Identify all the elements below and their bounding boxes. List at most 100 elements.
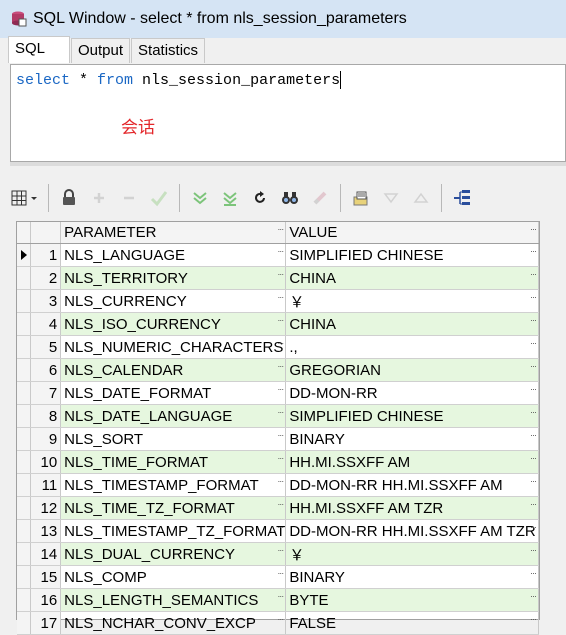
- cell-editor-button[interactable]: ···: [277, 316, 284, 325]
- column-header-parameter[interactable]: PARAMETER ···: [60, 222, 287, 244]
- cell-editor-button[interactable]: ···: [277, 431, 284, 440]
- fetch-last-icon[interactable]: [218, 186, 242, 210]
- cell-editor-button[interactable]: ···: [277, 247, 284, 256]
- column-header-value[interactable]: VALUE ···: [285, 222, 539, 244]
- parameter-cell[interactable]: NLS_CALENDAR ···: [60, 358, 287, 382]
- value-cell[interactable]: CHINA ···: [285, 312, 539, 336]
- value-cell[interactable]: DD-MON-RR ···: [285, 381, 539, 405]
- parameter-cell[interactable]: NLS_LANGUAGE ···: [60, 243, 287, 267]
- value-cell[interactable]: BYTE ···: [285, 588, 539, 612]
- cell-editor-button[interactable]: ···: [277, 408, 284, 417]
- row-indicator[interactable]: [17, 266, 32, 290]
- row-indicator[interactable]: [17, 381, 32, 405]
- cell-editor-button[interactable]: ···: [277, 362, 284, 371]
- value-cell[interactable]: ., ···: [285, 335, 539, 359]
- value-cell[interactable]: BINARY ···: [285, 565, 539, 589]
- parameter-cell[interactable]: NLS_NUMERIC_CHARACTERS ···: [60, 335, 287, 359]
- table-row[interactable]: 16 NLS_LENGTH_SEMANTICS ··· BYTE ···: [17, 588, 539, 612]
- cell-editor-button[interactable]: ···: [530, 293, 537, 302]
- parameter-cell[interactable]: NLS_DATE_LANGUAGE ···: [60, 404, 287, 428]
- row-indicator[interactable]: [17, 519, 32, 543]
- tab-statistics[interactable]: Statistics: [131, 38, 206, 63]
- lock-icon[interactable]: [57, 186, 81, 210]
- cell-editor-button[interactable]: ···: [530, 431, 537, 440]
- cell-editor-button[interactable]: ···: [530, 362, 537, 371]
- table-row[interactable]: 4 NLS_ISO_CURRENCY ··· CHINA ···: [17, 312, 539, 336]
- post-changes-icon[interactable]: [147, 186, 171, 210]
- parameter-cell[interactable]: NLS_SORT ···: [60, 427, 287, 451]
- table-row[interactable]: 5 NLS_NUMERIC_CHARACTERS ···., ···: [17, 335, 539, 359]
- cell-editor-button[interactable]: ···: [277, 523, 284, 532]
- cell-editor-button[interactable]: ···: [277, 569, 284, 578]
- delete-record-icon[interactable]: [117, 186, 141, 210]
- row-indicator[interactable]: [17, 450, 32, 474]
- table-row[interactable]: 10 NLS_TIME_FORMAT ··· HH.MI.SSXFF AM ···: [17, 450, 539, 474]
- cell-editor-button[interactable]: ···: [530, 615, 537, 624]
- column-menu-icon[interactable]: ···: [530, 225, 537, 234]
- parameter-cell[interactable]: NLS_NCHAR_CONV_EXCP ···: [60, 611, 287, 635]
- value-cell[interactable]: ￥ ···: [285, 542, 539, 566]
- parameter-cell[interactable]: NLS_TIMESTAMP_FORMAT ···: [60, 473, 287, 497]
- row-indicator[interactable]: [17, 588, 32, 612]
- cell-editor-button[interactable]: ···: [277, 293, 284, 302]
- parameter-cell[interactable]: NLS_TIMESTAMP_TZ_FORMAT ···: [60, 519, 287, 543]
- tab-sql[interactable]: SQL: [8, 36, 70, 63]
- parameter-cell[interactable]: NLS_TERRITORY ···: [60, 266, 287, 290]
- table-row[interactable]: 14 NLS_DUAL_CURRENCY ··· ￥ ···: [17, 542, 539, 566]
- sql-editor[interactable]: select * from nls_session_parameters 会话: [10, 64, 566, 162]
- row-indicator[interactable]: [17, 312, 32, 336]
- cell-editor-button[interactable]: ···: [277, 500, 284, 509]
- parameter-cell[interactable]: NLS_TIME_FORMAT ···: [60, 450, 287, 474]
- cell-editor-button[interactable]: ···: [530, 523, 537, 532]
- next-icon[interactable]: [409, 186, 433, 210]
- table-row[interactable]: 6 NLS_CALENDAR ··· GREGORIAN ···: [17, 358, 539, 382]
- clear-icon[interactable]: [308, 186, 332, 210]
- table-row[interactable]: 13 NLS_TIMESTAMP_TZ_FORMAT ··· DD-MON-RR HH…: [17, 519, 539, 543]
- cell-editor-button[interactable]: ···: [530, 408, 537, 417]
- parameter-cell[interactable]: NLS_LENGTH_SEMANTICS ···: [60, 588, 287, 612]
- value-cell[interactable]: HH.MI.SSXFF AM ···: [285, 450, 539, 474]
- cell-editor-button[interactable]: ···: [277, 385, 284, 394]
- cell-editor-button[interactable]: ···: [530, 270, 537, 279]
- value-cell[interactable]: SIMPLIFIED CHINESE ···: [285, 243, 539, 267]
- value-cell[interactable]: HH.MI.SSXFF AM TZR ···: [285, 496, 539, 520]
- row-indicator[interactable]: [17, 358, 32, 382]
- export-icon[interactable]: [349, 186, 373, 210]
- value-cell[interactable]: BINARY ···: [285, 427, 539, 451]
- table-row[interactable]: 9 NLS_SORT ··· BINARY ···: [17, 427, 539, 451]
- cell-editor-button[interactable]: ···: [277, 477, 284, 486]
- cell-editor-button[interactable]: ···: [277, 592, 284, 601]
- row-indicator[interactable]: [17, 496, 32, 520]
- parameter-cell[interactable]: NLS_TIME_TZ_FORMAT ···: [60, 496, 287, 520]
- cell-editor-button[interactable]: ···: [530, 500, 537, 509]
- parameter-cell[interactable]: NLS_CURRENCY ···: [60, 289, 287, 313]
- table-row[interactable]: 3 NLS_CURRENCY ··· ￥ ···: [17, 289, 539, 313]
- cell-editor-button[interactable]: ···: [530, 316, 537, 325]
- value-cell[interactable]: DD-MON-RR HH.MI.SSXFF AM TZR ···: [285, 519, 539, 543]
- table-row[interactable]: 8 NLS_DATE_LANGUAGE ··· SIMPLIFIED CHINESE ·…: [17, 404, 539, 428]
- tab-output[interactable]: Output: [71, 38, 131, 63]
- previous-icon[interactable]: [379, 186, 403, 210]
- result-grid[interactable]: PARAMETER ··· VALUE ··· 1 NLS_LANGUAGE ··· SI…: [16, 221, 540, 635]
- cell-editor-button[interactable]: ···: [277, 615, 284, 624]
- value-cell[interactable]: CHINA ···: [285, 266, 539, 290]
- tree-icon[interactable]: [450, 186, 474, 210]
- parameter-cell[interactable]: NLS_ISO_CURRENCY ···: [60, 312, 287, 336]
- cell-editor-button[interactable]: ···: [277, 546, 284, 555]
- cell-editor-button[interactable]: ···: [530, 546, 537, 555]
- cell-editor-button[interactable]: ···: [277, 454, 284, 463]
- table-row[interactable]: 2 NLS_TERRITORY ··· CHINA ···: [17, 266, 539, 290]
- parameter-cell[interactable]: NLS_COMP ···: [60, 565, 287, 589]
- value-cell[interactable]: SIMPLIFIED CHINESE ···: [285, 404, 539, 428]
- table-row[interactable]: 1 NLS_LANGUAGE ··· SIMPLIFIED CHINESE ···: [17, 243, 539, 267]
- row-indicator[interactable]: [17, 473, 32, 497]
- row-indicator[interactable]: [17, 335, 32, 359]
- table-row[interactable]: 15 NLS_COMP ··· BINARY ···: [17, 565, 539, 589]
- row-indicator[interactable]: [17, 289, 32, 313]
- refresh-icon[interactable]: [248, 186, 272, 210]
- fetch-next-icon[interactable]: [188, 186, 212, 210]
- cell-editor-button[interactable]: ···: [530, 247, 537, 256]
- parameter-cell[interactable]: NLS_DUAL_CURRENCY ···: [60, 542, 287, 566]
- value-cell[interactable]: FALSE ···: [285, 611, 539, 635]
- cell-editor-button[interactable]: ···: [530, 339, 537, 348]
